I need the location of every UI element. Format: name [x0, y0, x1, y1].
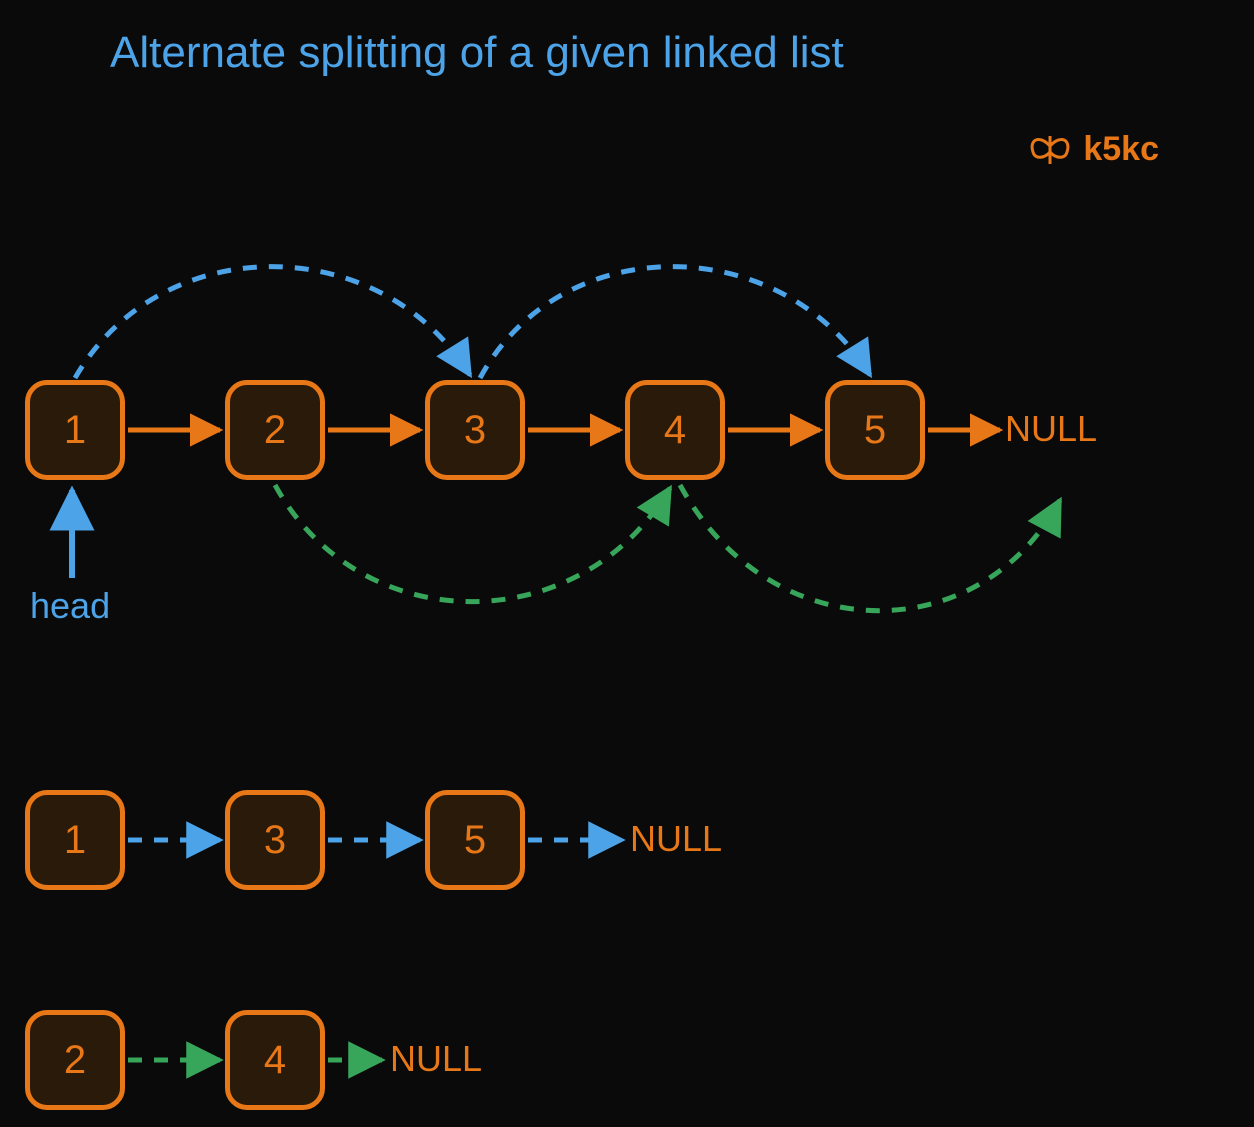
brand-text: k5kc	[1083, 130, 1159, 169]
odd-node-3: 5	[425, 790, 525, 890]
main-node-3: 3	[425, 380, 525, 480]
main-node-1: 1	[25, 380, 125, 480]
arrows-overlay	[0, 0, 1254, 1127]
arc-blue-1-3	[75, 267, 470, 378]
main-node-2: 2	[225, 380, 325, 480]
even-node-2: 4	[225, 1010, 325, 1110]
page-title: Alternate splitting of a given linked li…	[110, 28, 844, 78]
arc-blue-3-5	[480, 267, 870, 378]
even-null: NULL	[390, 1038, 482, 1080]
main-null: NULL	[1005, 408, 1097, 450]
main-node-5: 5	[825, 380, 925, 480]
arc-green-2-4	[275, 485, 670, 602]
arc-green-4-null	[680, 485, 1060, 611]
butterfly-icon	[1027, 132, 1073, 168]
even-node-1: 2	[25, 1010, 125, 1110]
odd-node-1: 1	[25, 790, 125, 890]
main-node-4: 4	[625, 380, 725, 480]
odd-null: NULL	[630, 818, 722, 860]
brand-logo: k5kc	[1027, 130, 1159, 169]
odd-node-2: 3	[225, 790, 325, 890]
head-label: head	[30, 585, 110, 627]
